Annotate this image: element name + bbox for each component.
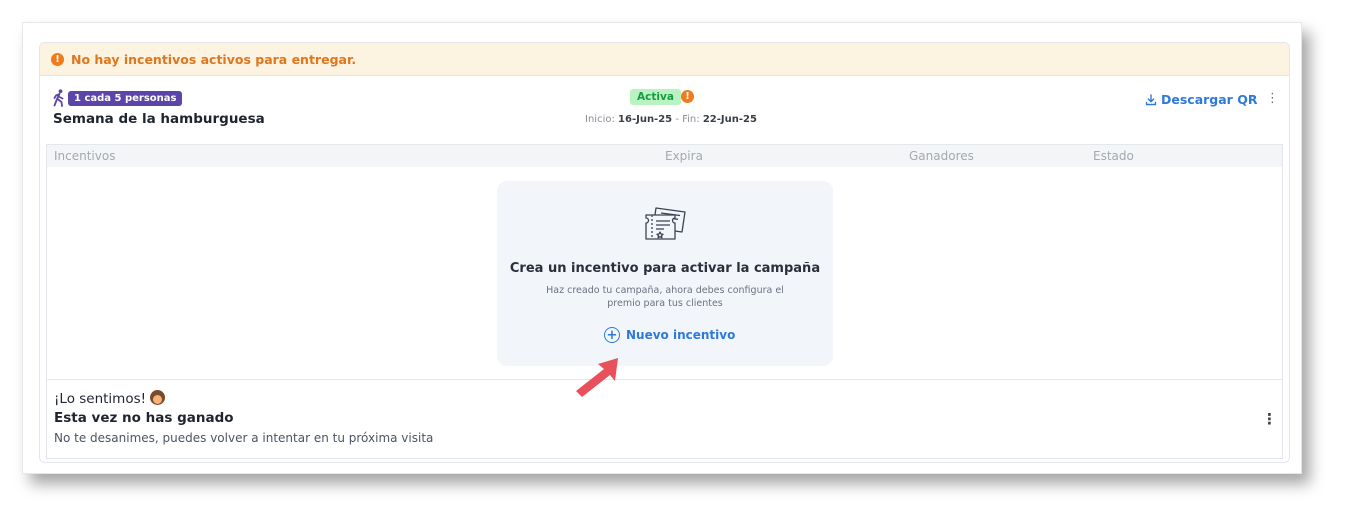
empty-state-area: Crea un incentivo para activar la campañ…	[47, 167, 1282, 397]
campaign-dates: Inicio: 16-Jun-25 - Fin: 22-Jun-25	[585, 114, 757, 125]
campaign-card: ! No hay incentivos activos para entrega…	[39, 42, 1290, 463]
start-date: 16-Jun-25	[618, 114, 673, 125]
no-incentives-alert: ! No hay incentivos activos para entrega…	[40, 43, 1289, 76]
sad-face-icon	[150, 390, 166, 405]
walking-person-icon	[53, 89, 64, 107]
empty-state-subtitle: Haz creado tu campaña, ahora debes confi…	[546, 285, 784, 309]
column-header-incentivos: Incentivos	[54, 149, 116, 163]
lose-title-text: ¡Lo sentimos!	[54, 391, 147, 407]
lose-subtitle: Esta vez no has ganado	[54, 410, 234, 426]
column-header-ganadores: Ganadores	[909, 149, 974, 163]
warning-icon[interactable]: !	[681, 90, 694, 103]
date-separator: -	[675, 114, 679, 125]
empty-state-title: Crea un incentivo para activar la campañ…	[509, 261, 821, 276]
new-incentive-label: Nuevo incentivo	[626, 328, 736, 342]
campaign-menu-icon[interactable]: ⋮	[1266, 92, 1279, 106]
plus-circle-icon: +	[604, 327, 620, 343]
lose-message-row: ¡Lo sentimos! Esta vez no has ganado No …	[47, 380, 1282, 458]
start-label: Inicio:	[585, 114, 615, 125]
campaign-title: Semana de la hamburguesa	[53, 111, 265, 127]
app-window: ! No hay incentivos activos para entrega…	[22, 22, 1302, 474]
download-icon	[1145, 93, 1157, 105]
ratio-badge: 1 cada 5 personas	[68, 91, 183, 106]
table-header: Incentivos Expira Ganadores Estado	[47, 145, 1282, 167]
end-date: 22-Jun-25	[702, 114, 757, 125]
lose-text: No te desanimes, puedes volver a intenta…	[54, 431, 434, 445]
warning-icon: !	[51, 52, 64, 66]
alert-text: No hay incentivos activos para entregar.	[71, 51, 357, 67]
lose-menu-icon[interactable]: ⋮	[1262, 410, 1277, 428]
status-badge: Activa	[630, 89, 681, 105]
download-qr-button[interactable]: Descargar QR	[1145, 92, 1257, 107]
campaign-header: 1 cada 5 personas Semana de la hamburgue…	[40, 76, 1289, 142]
column-header-estado: Estado	[1093, 149, 1134, 163]
incentives-table: Incentivos Expira Ganadores Estado Crea …	[46, 144, 1283, 459]
end-label: Fin:	[682, 114, 700, 125]
lose-title: ¡Lo sentimos!	[54, 390, 166, 407]
ticket-icon	[645, 207, 686, 240]
download-qr-label: Descargar QR	[1161, 92, 1258, 107]
column-header-expira: Expira	[665, 149, 703, 163]
new-incentive-button[interactable]: + Nuevo incentivo	[604, 327, 735, 343]
empty-state-card: Crea un incentivo para activar la campañ…	[497, 181, 833, 366]
